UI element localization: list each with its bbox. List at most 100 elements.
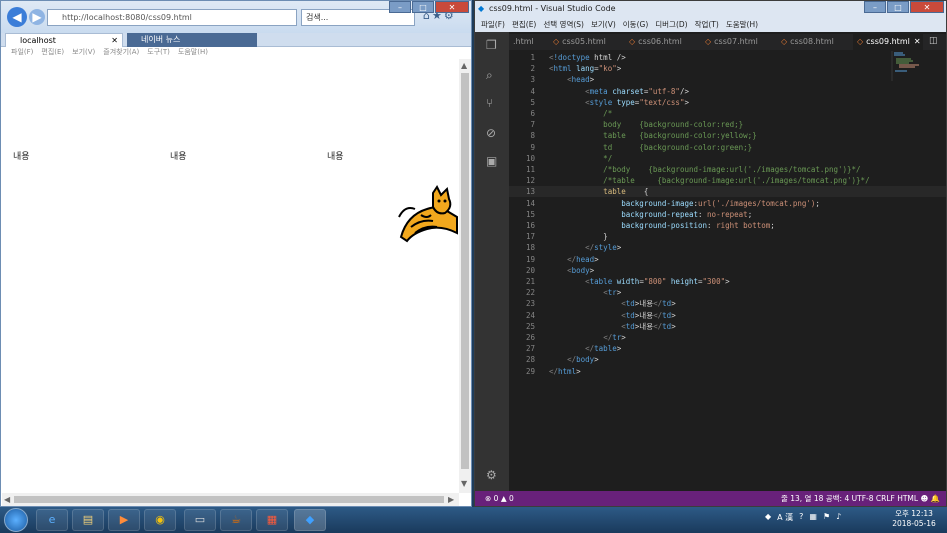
code-line[interactable]: 22 <tr> [509,287,946,298]
chrome-taskbar-icon[interactable]: ◉ [144,509,176,531]
tab-css08[interactable]: ◇ css08.html [777,34,853,50]
maximize-button[interactable]: □ [412,1,434,13]
flag-icon[interactable]: ⚑ [823,512,830,523]
code-line[interactable]: 11 /*body {background-image:url('./image… [509,164,946,175]
scroll-left-icon[interactable]: ◀ [4,495,10,504]
minimize-button[interactable]: – [864,1,886,13]
menu-file[interactable]: 파일(F) [11,47,33,58]
code-line[interactable]: 25 <td>내용</td> [509,321,946,332]
status-info[interactable]: 줄 13, 열 18 공백: 4 UTF-8 CRLF HTML ☻ 🔔 [781,491,940,506]
tab-localhost[interactable]: localhost ✕ [5,33,123,47]
close-tab-icon[interactable]: ✕ [914,37,921,46]
code-line[interactable]: 14 background-image:url('./images/tomcat… [509,198,946,209]
split-editor-icon[interactable]: ◫ [929,36,938,46]
tab-naver-news[interactable]: 네이버 뉴스 [127,33,257,47]
vertical-scrollbar[interactable]: ▲ ▼ [459,59,471,493]
menu-tools[interactable]: 도구(T) [147,47,170,58]
search-icon[interactable]: ⌕ [486,68,493,83]
code-line[interactable]: 13 table { [509,186,946,198]
source-control-icon[interactable]: ⑂ [486,96,493,110]
scroll-thumb[interactable] [461,73,469,469]
html-file-icon: ◇ [629,37,636,46]
vscode-taskbar-icon[interactable]: ◆ [294,509,326,531]
scroll-up-icon[interactable]: ▲ [461,61,467,70]
minimize-button[interactable]: – [389,1,411,13]
tray-arrow-icon[interactable]: ◆ [765,512,771,523]
code-line[interactable]: 19 </head> [509,254,946,265]
java-taskbar-icon[interactable]: ☕ [220,509,252,531]
menu-help[interactable]: 도움말(H) [178,47,208,58]
back-icon[interactable]: ◀ [7,7,27,27]
tab-html[interactable]: .html [509,34,549,50]
menu-file[interactable]: 파일(F) [481,17,505,32]
menu-view[interactable]: 보기(V) [591,17,616,32]
code-line[interactable]: 28 </body> [509,354,946,365]
menu-view[interactable]: 보기(V) [72,47,95,58]
line-number: 5 [530,97,535,107]
code-line[interactable]: 26 </tr> [509,332,946,343]
code-line[interactable]: 8 table {background-color:yellow;} [509,130,946,141]
close-tab-icon[interactable]: ✕ [111,34,118,48]
menu-selection[interactable]: 선택 영역(S) [543,17,584,32]
ie-taskbar-icon[interactable]: e [36,509,68,531]
settings-gear-icon[interactable]: ⚙ [486,468,497,482]
code-line[interactable]: 24 <td>내용</td> [509,310,946,321]
volume-icon[interactable]: ♪ [836,512,841,523]
extensions-icon[interactable]: ▣ [486,154,497,168]
code-line[interactable]: 4 <meta charset="utf-8"/> [509,86,946,97]
code-line[interactable]: 27 </table> [509,343,946,354]
code-line[interactable]: 20 <body> [509,265,946,276]
code-line[interactable]: 5 <style type="text/css"> [509,97,946,108]
menu-debug[interactable]: 디버그(D) [655,17,687,32]
tab-css05[interactable]: ◇ css05.html [549,34,625,50]
menu-edit[interactable]: 편집(E) [512,17,536,32]
maximize-button[interactable]: □ [887,1,909,13]
explorer-taskbar-icon[interactable]: ▤ [72,509,104,531]
code-line[interactable]: 21 <table width="800" height="300"> [509,276,946,287]
menu-edit[interactable]: 편집(E) [41,47,64,58]
scroll-down-icon[interactable]: ▼ [461,479,467,488]
close-button[interactable]: ✕ [435,1,469,13]
address-text: http://localhost:8080/css09.html [62,13,192,22]
close-button[interactable]: ✕ [910,1,944,13]
eclipse-taskbar-icon[interactable]: ▦ [256,509,288,531]
code-line[interactable]: 3 <head> [509,74,946,85]
forward-icon[interactable]: ▶ [29,9,45,25]
code-line[interactable]: 2 <html lang="ko"> [509,63,946,74]
tab-css06[interactable]: ◇ css06.html [625,34,701,50]
clock[interactable]: 오후 12:13 2018-05-16 [888,509,940,529]
menu-tasks[interactable]: 작업(T) [695,17,719,32]
code-line[interactable]: 12 /*table {background-image:url('./imag… [509,175,946,186]
cmd-taskbar-icon[interactable]: ▭ [184,509,216,531]
code-line[interactable]: 29 </html> [509,366,946,377]
code-line[interactable]: 7 body {background-color:red;} [509,119,946,130]
minimap[interactable] [891,51,925,81]
code-line[interactable]: 15 background-repeat: no-repeat; [509,209,946,220]
debug-icon[interactable]: ⊘ [486,126,496,140]
menu-help[interactable]: 도움말(H) [726,17,758,32]
scroll-right-icon[interactable]: ▶ [448,495,454,504]
scroll-thumb[interactable] [14,496,444,503]
tab-css09[interactable]: ◇ css09.html ✕ [853,34,923,50]
horizontal-scrollbar[interactable]: ◀ ▶ [2,493,459,506]
code-line[interactable]: 18 </style> [509,242,946,253]
network-icon[interactable]: ▦ [809,512,817,523]
help-icon[interactable]: ? [799,512,803,523]
code-line[interactable]: 6 /* [509,108,946,119]
explorer-icon[interactable]: ❐ [486,38,497,52]
code-line[interactable]: 10 */ [509,153,946,164]
code-editor[interactable]: 1 <!doctype html /> 2 <html lang="ko"> 3 <he… [509,50,946,491]
code-line[interactable]: 17 } [509,231,946,242]
start-button[interactable] [4,508,28,532]
code-line[interactable]: 16 background-position: right bottom; [509,220,946,231]
tab-css07[interactable]: ◇ css07.html [701,34,777,50]
code-line[interactable]: 23 <td>내용</td> [509,298,946,309]
code-line[interactable]: 1 <!doctype html /> [509,52,946,63]
code-line[interactable]: 9 td {background-color:green;} [509,142,946,153]
address-bar[interactable]: http://localhost:8080/css09.html [47,9,297,26]
problems-indicator[interactable]: ⊗ 0 ▲ 0 [485,491,514,506]
language-indicator[interactable]: A 漢 [777,512,793,523]
media-player-taskbar-icon[interactable]: ▶ [108,509,140,531]
menu-go[interactable]: 이동(G) [623,17,648,32]
menu-favorites[interactable]: 즐겨찾기(A) [103,47,139,58]
